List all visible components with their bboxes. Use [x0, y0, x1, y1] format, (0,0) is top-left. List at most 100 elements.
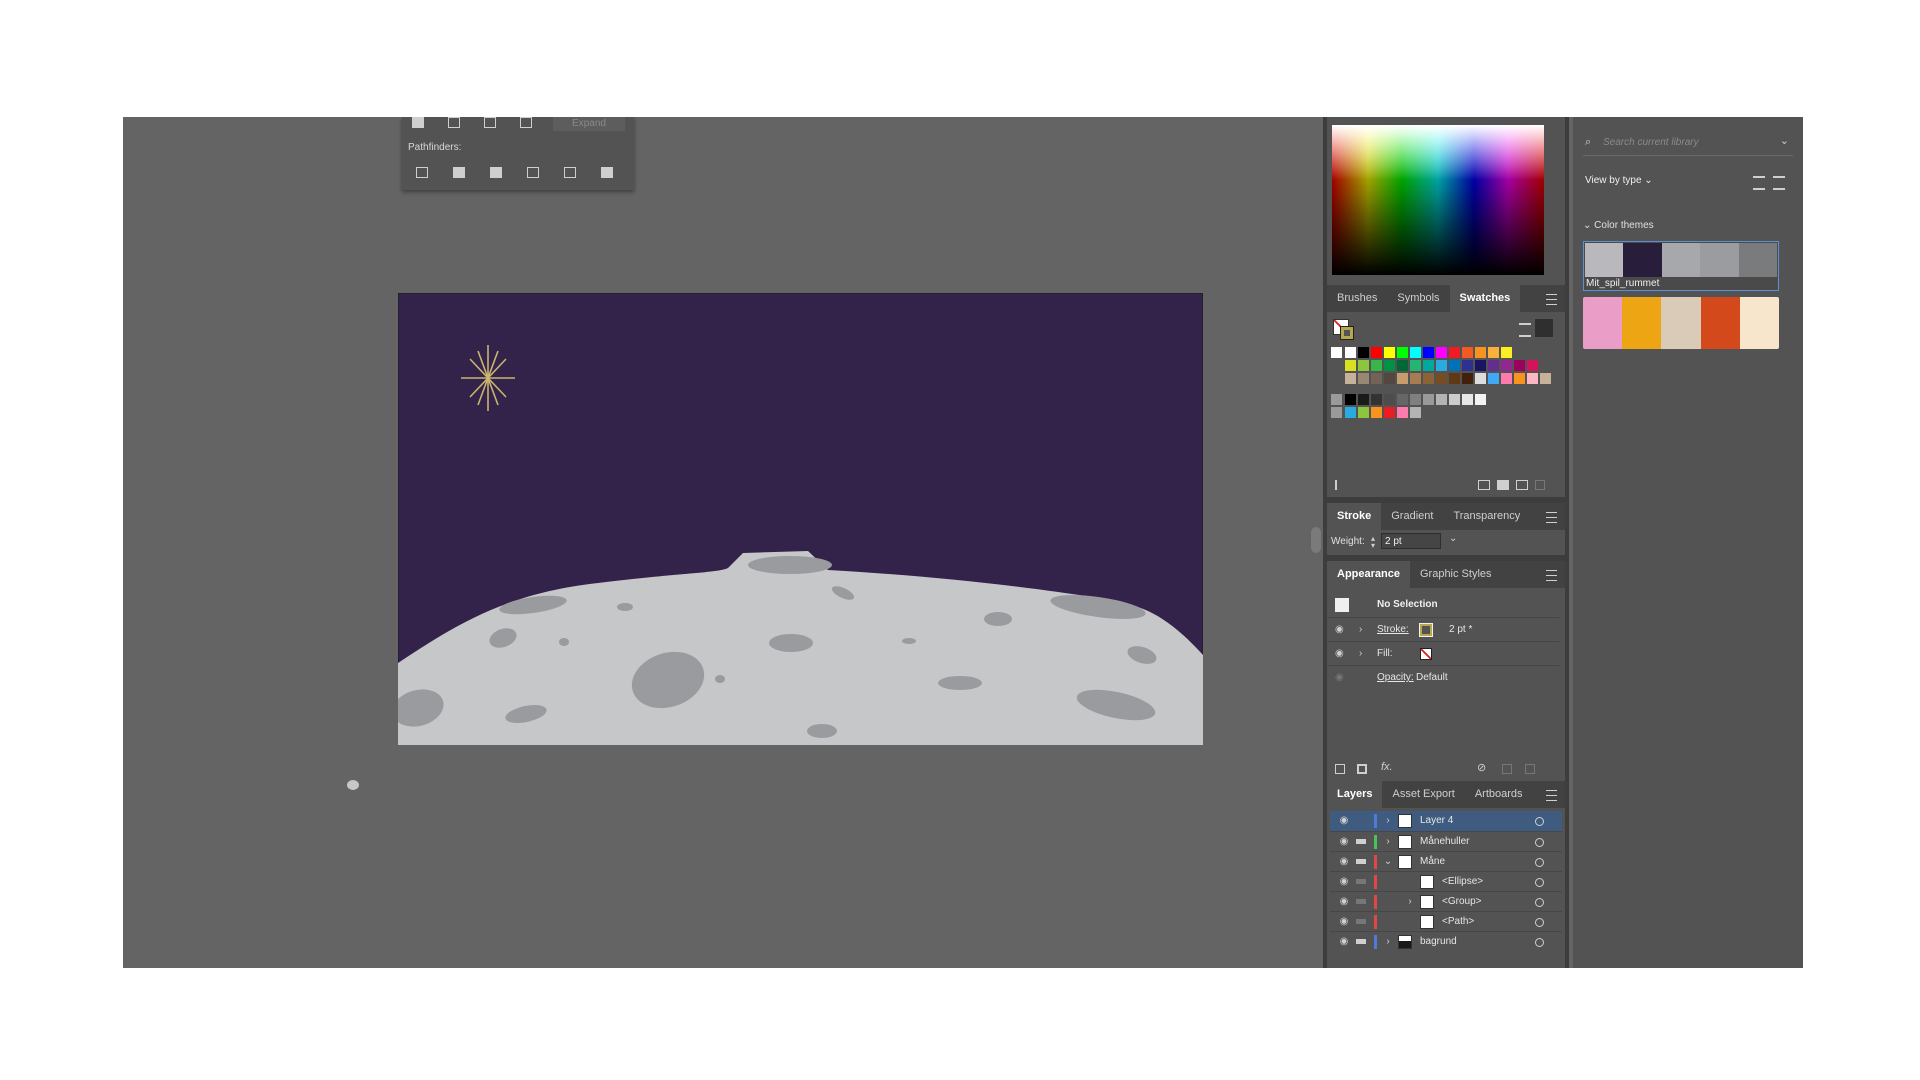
new-fill-icon[interactable]: [1357, 764, 1367, 774]
color-swatch[interactable]: [1397, 373, 1408, 384]
tab-brushes[interactable]: Brushes: [1327, 285, 1387, 312]
exclude-icon[interactable]: [520, 117, 532, 128]
clear-appearance-icon[interactable]: ⊘: [1477, 761, 1486, 774]
color-swatch[interactable]: [1423, 347, 1434, 358]
target-icon[interactable]: [1535, 938, 1544, 947]
color-swatch[interactable]: [1475, 347, 1486, 358]
outline-icon[interactable]: [564, 167, 576, 178]
color-swatch[interactable]: [1397, 360, 1408, 371]
dock-resize-handle[interactable]: [1311, 527, 1321, 553]
tab-symbols[interactable]: Symbols: [1387, 285, 1449, 312]
eye-icon[interactable]: ◉: [1338, 916, 1350, 928]
eye-icon[interactable]: ◉: [1338, 856, 1350, 868]
color-swatch[interactable]: [1384, 394, 1395, 405]
merge-icon[interactable]: [490, 167, 502, 178]
color-swatch[interactable]: [1371, 360, 1382, 371]
color-swatch[interactable]: [1371, 407, 1382, 418]
swatch-libraries-icon[interactable]: [1335, 480, 1349, 490]
fill-label[interactable]: Fill:: [1377, 642, 1393, 666]
color-swatch[interactable]: [1397, 394, 1408, 405]
tab-swatches[interactable]: Swatches: [1449, 285, 1521, 312]
artboard[interactable]: [398, 293, 1203, 745]
color-swatch[interactable]: [1462, 347, 1473, 358]
minus-front-icon[interactable]: [448, 117, 460, 128]
color-swatch[interactable]: [1449, 394, 1460, 405]
section-header[interactable]: ⌄ Color themes: [1583, 220, 1654, 231]
appearance-fill-row[interactable]: ◉ › Fill:: [1327, 641, 1559, 666]
stray-ellipse[interactable]: [347, 780, 359, 790]
weight-field[interactable]: 2 pt: [1381, 533, 1441, 549]
panel-menu-icon[interactable]: [1546, 512, 1557, 523]
lock-icon[interactable]: [1356, 919, 1366, 930]
color-swatch[interactable]: [1345, 347, 1356, 358]
chevron-down-icon[interactable]: ⌄: [1382, 855, 1394, 869]
trim-icon[interactable]: [453, 167, 465, 178]
expand-button[interactable]: Expand: [553, 117, 625, 131]
sort-icon[interactable]: [1753, 176, 1765, 190]
color-swatch[interactable]: [1436, 360, 1447, 371]
color-swatch[interactable]: [1449, 373, 1460, 384]
stroke-color-swatch[interactable]: [1419, 623, 1433, 637]
chevron-down-icon[interactable]: ⌄: [1449, 533, 1457, 544]
color-swatch[interactable]: [1501, 347, 1512, 358]
eye-icon[interactable]: ◉: [1335, 642, 1344, 666]
fill-stroke-indicator[interactable]: [1333, 319, 1355, 341]
lock-icon[interactable]: [1356, 839, 1366, 850]
tab-transparency[interactable]: Transparency: [1443, 503, 1530, 530]
color-swatch[interactable]: [1436, 347, 1447, 358]
divide-icon[interactable]: [416, 167, 428, 178]
color-swatch[interactable]: [1384, 360, 1395, 371]
list-view-icon[interactable]: [1519, 323, 1531, 337]
eye-icon[interactable]: ◉: [1338, 876, 1350, 888]
eye-icon[interactable]: ◉: [1335, 618, 1344, 642]
layer-row[interactable]: ◉ › <Group>: [1330, 891, 1562, 912]
panel-menu-icon[interactable]: [1546, 570, 1557, 581]
color-swatch[interactable]: [1475, 394, 1486, 405]
color-swatch[interactable]: [1358, 407, 1369, 418]
color-swatch[interactable]: [1514, 373, 1525, 384]
color-swatch[interactable]: [1488, 360, 1499, 371]
color-swatch[interactable]: [1371, 373, 1382, 384]
color-swatch[interactable]: [1410, 407, 1421, 418]
list-view-icon[interactable]: [1773, 176, 1785, 190]
grid-view-icon[interactable]: [1535, 319, 1553, 337]
unite-icon[interactable]: [412, 117, 424, 128]
layer-row[interactable]: ◉ ⌄ Måne: [1330, 851, 1562, 872]
target-icon[interactable]: [1535, 838, 1544, 847]
target-icon[interactable]: [1535, 858, 1544, 867]
tab-artboards[interactable]: Artboards: [1465, 781, 1533, 808]
color-swatch[interactable]: [1358, 373, 1369, 384]
color-swatch[interactable]: [1384, 407, 1395, 418]
color-swatch[interactable]: [1436, 373, 1447, 384]
library-search-field[interactable]: ⌕ Search current library ⌄: [1583, 131, 1793, 156]
new-color-group-icon[interactable]: [1478, 480, 1490, 490]
color-swatch[interactable]: [1410, 373, 1421, 384]
color-swatch[interactable]: [1345, 360, 1356, 371]
layer-row[interactable]: ◉ › Månehuller: [1330, 831, 1562, 852]
color-swatch[interactable]: [1345, 394, 1356, 405]
chevron-down-icon[interactable]: ⌄: [1780, 134, 1789, 147]
fill-none-swatch[interactable]: [1420, 648, 1432, 660]
color-swatch[interactable]: [1501, 373, 1512, 384]
color-swatch[interactable]: [1397, 347, 1408, 358]
color-swatch[interactable]: [1358, 394, 1369, 405]
color-swatch[interactable]: [1410, 394, 1421, 405]
color-swatch[interactable]: [1397, 407, 1408, 418]
color-group-folder-icon[interactable]: [1331, 394, 1342, 405]
layer-row[interactable]: ◉ › bagrund: [1330, 931, 1562, 952]
color-swatch[interactable]: [1423, 373, 1434, 384]
chevron-right-icon[interactable]: ›: [1359, 618, 1362, 642]
color-swatch[interactable]: [1358, 347, 1369, 358]
color-swatch[interactable]: [1488, 373, 1499, 384]
color-swatch[interactable]: [1540, 373, 1551, 384]
minus-back-icon[interactable]: [601, 167, 613, 178]
panel-menu-icon[interactable]: [1546, 294, 1557, 305]
color-swatch[interactable]: [1371, 394, 1382, 405]
tab-asset-export[interactable]: Asset Export: [1382, 781, 1464, 808]
lock-icon[interactable]: [1356, 879, 1366, 890]
color-swatch[interactable]: [1475, 373, 1486, 384]
opacity-label[interactable]: Opacity:: [1377, 666, 1414, 690]
color-swatch[interactable]: [1423, 360, 1434, 371]
color-swatch[interactable]: [1527, 360, 1538, 371]
color-swatch[interactable]: [1423, 394, 1434, 405]
